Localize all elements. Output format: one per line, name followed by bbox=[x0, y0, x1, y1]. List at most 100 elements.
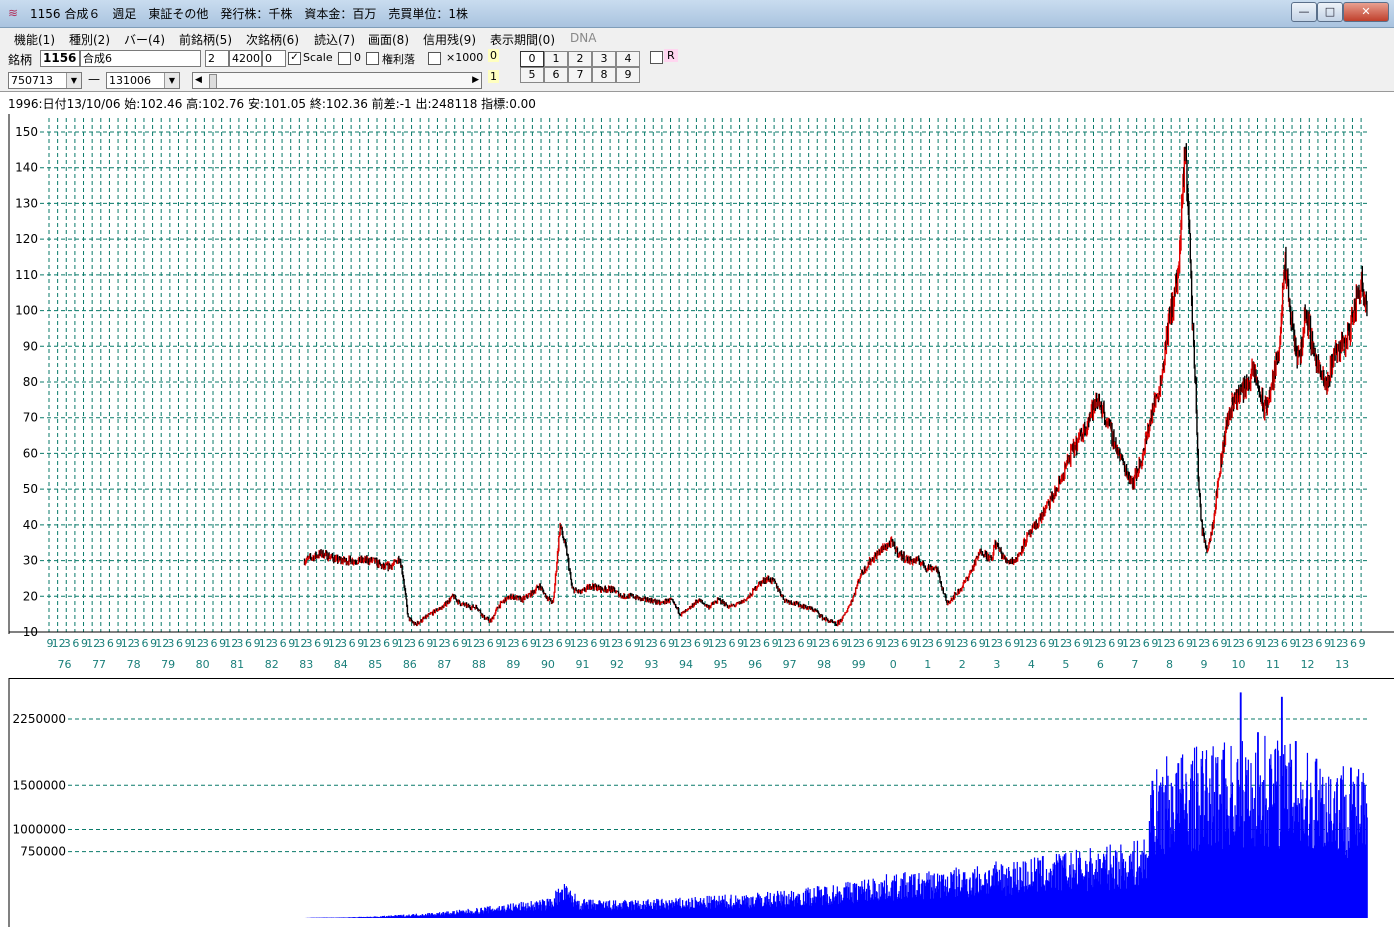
menu-prev-stock[interactable]: 前銘柄(5) bbox=[179, 31, 232, 48]
price-y-tick-label: 60 bbox=[23, 446, 38, 460]
close-button[interactable]: ✕ bbox=[1343, 2, 1389, 22]
r-checkbox[interactable] bbox=[650, 51, 663, 64]
price-panel-bg bbox=[0, 114, 1394, 678]
field-b-input[interactable]: 4200 bbox=[229, 50, 262, 67]
year-tick-label: 5 bbox=[1062, 658, 1069, 671]
chevron-down-icon[interactable]: ▼ bbox=[66, 73, 81, 88]
year-tick-label: 78 bbox=[127, 658, 141, 671]
year-tick-label: 77 bbox=[92, 658, 106, 671]
month-tick-label: 6 bbox=[176, 637, 183, 650]
year-tick-label: 2 bbox=[959, 658, 966, 671]
menu-period[interactable]: 表示期間(0) bbox=[490, 31, 555, 48]
price-y-tick-label: 90 bbox=[23, 339, 38, 353]
year-tick-label: 96 bbox=[748, 658, 762, 671]
year-tick-label: 95 bbox=[714, 658, 728, 671]
x1000-checkbox[interactable] bbox=[428, 52, 441, 65]
year-tick-label: 80 bbox=[196, 658, 210, 671]
month-tick-label: 6 bbox=[418, 637, 425, 650]
month-tick-label: 3 bbox=[1307, 637, 1314, 650]
month-tick-label: 6 bbox=[867, 637, 874, 650]
year-tick-label: 9 bbox=[1200, 658, 1207, 671]
num-button-1[interactable]: 1 bbox=[544, 51, 568, 67]
year-tick-label: 83 bbox=[299, 658, 313, 671]
price-y-tick-label: 30 bbox=[23, 554, 38, 568]
month-tick-label: 3 bbox=[375, 637, 382, 650]
menu-next-stock[interactable]: 次銘柄(6) bbox=[246, 31, 299, 48]
end-date-select[interactable]: 131006 ▼ bbox=[106, 72, 180, 89]
month-tick-label: 3 bbox=[202, 637, 209, 650]
num-button-8[interactable]: 8 bbox=[592, 67, 616, 83]
year-tick-label: 0 bbox=[890, 658, 897, 671]
scroll-thumb[interactable] bbox=[209, 74, 217, 88]
name-input[interactable]: 合成6 bbox=[80, 50, 201, 67]
num-button-2[interactable]: 2 bbox=[568, 51, 592, 67]
year-tick-label: 4 bbox=[1028, 658, 1035, 671]
menu-dna[interactable]: DNA bbox=[570, 31, 596, 45]
menu-bar-type[interactable]: バー(4) bbox=[124, 31, 165, 48]
year-tick-label: 12 bbox=[1301, 658, 1315, 671]
month-tick-label: 6 bbox=[1246, 637, 1253, 650]
month-tick-label: 3 bbox=[1272, 637, 1279, 650]
year-tick-label: 97 bbox=[783, 658, 797, 671]
menu-credit[interactable]: 信用残(9) bbox=[423, 31, 476, 48]
period-scrollbar[interactable]: ◀ ▶ bbox=[192, 72, 482, 89]
field-c-input[interactable]: 0 bbox=[262, 50, 286, 67]
scale-checkbox[interactable]: ✓ bbox=[288, 52, 301, 65]
toolbar: 銘柄 1156 合成6 2 4200 0 ✓ Scale 0 権利落 ×1000… bbox=[0, 48, 1394, 91]
month-tick-label: 3 bbox=[1169, 637, 1176, 650]
month-tick-label: 3 bbox=[409, 637, 416, 650]
year-tick-label: 94 bbox=[679, 658, 693, 671]
window-title: 1156 合成６ 週足 東証その他 発行株：千株 資本金：百万 売買単位：1株 bbox=[30, 7, 468, 21]
volume-y-tick-label: 1000000 bbox=[13, 823, 66, 837]
month-tick-label: 6 bbox=[1143, 637, 1150, 650]
menu-shubetsu[interactable]: 種別(2) bbox=[69, 31, 110, 48]
month-tick-label: 6 bbox=[245, 637, 252, 650]
month-tick-label: 3 bbox=[996, 637, 1003, 650]
menu-kinou[interactable]: 機能(1) bbox=[14, 31, 55, 48]
month-tick-label: 6 bbox=[625, 637, 632, 650]
year-tick-label: 87 bbox=[437, 658, 451, 671]
num-button-6[interactable]: 6 bbox=[544, 67, 568, 83]
field-a-input[interactable]: 2 bbox=[205, 50, 229, 67]
month-tick-label: 3 bbox=[133, 637, 140, 650]
month-tick-label: 3 bbox=[444, 637, 451, 650]
year-tick-label: 76 bbox=[58, 658, 72, 671]
start-date-value: 750713 bbox=[11, 74, 53, 87]
minimize-button[interactable]: — bbox=[1291, 2, 1317, 22]
month-tick-label: 3 bbox=[547, 637, 554, 650]
price-y-tick-label: 110 bbox=[15, 268, 38, 282]
num-button-4[interactable]: 4 bbox=[616, 51, 640, 67]
volume-bar bbox=[1366, 817, 1368, 918]
menu-load[interactable]: 読込(7) bbox=[314, 31, 355, 48]
menu-screen[interactable]: 画面(8) bbox=[368, 31, 409, 48]
month-tick-label: 6 bbox=[798, 637, 805, 650]
month-tick-label: 3 bbox=[582, 637, 589, 650]
num-button-3[interactable]: 3 bbox=[592, 51, 616, 67]
scroll-left-icon[interactable]: ◀ bbox=[195, 73, 202, 88]
volume-y-tick-label: 2250000 bbox=[13, 712, 66, 726]
price-y-tick-label: 70 bbox=[23, 411, 38, 425]
volume-chart: 750000 1000000 1500000 2250000 bbox=[0, 678, 1394, 927]
code-input[interactable]: 1156 bbox=[40, 50, 80, 67]
month-tick-label: 6 bbox=[141, 637, 148, 650]
year-tick-label: 99 bbox=[852, 658, 866, 671]
scroll-right-icon[interactable]: ▶ bbox=[472, 73, 479, 88]
month-tick-label: 3 bbox=[754, 637, 761, 650]
kenri-checkbox[interactable] bbox=[366, 52, 379, 65]
year-tick-label: 8 bbox=[1166, 658, 1173, 671]
month-tick-label: 3 bbox=[823, 637, 830, 650]
zero-checkbox[interactable] bbox=[338, 52, 351, 65]
num-button-7[interactable]: 7 bbox=[568, 67, 592, 83]
month-tick-label: 3 bbox=[271, 637, 278, 650]
month-tick-label: 3 bbox=[685, 637, 692, 650]
year-tick-label: 91 bbox=[575, 658, 589, 671]
month-tick-label: 3 bbox=[892, 637, 899, 650]
month-tick-label: 6 bbox=[521, 637, 528, 650]
num-button-5[interactable]: 5 bbox=[520, 67, 544, 83]
month-tick-label: 6 bbox=[211, 637, 218, 650]
num-button-0[interactable]: 0 bbox=[520, 51, 544, 67]
maximize-button[interactable]: □ bbox=[1317, 2, 1343, 22]
start-date-select[interactable]: 750713 ▼ bbox=[8, 72, 82, 89]
num-button-9[interactable]: 9 bbox=[616, 67, 640, 83]
chevron-down-icon[interactable]: ▼ bbox=[164, 73, 179, 88]
